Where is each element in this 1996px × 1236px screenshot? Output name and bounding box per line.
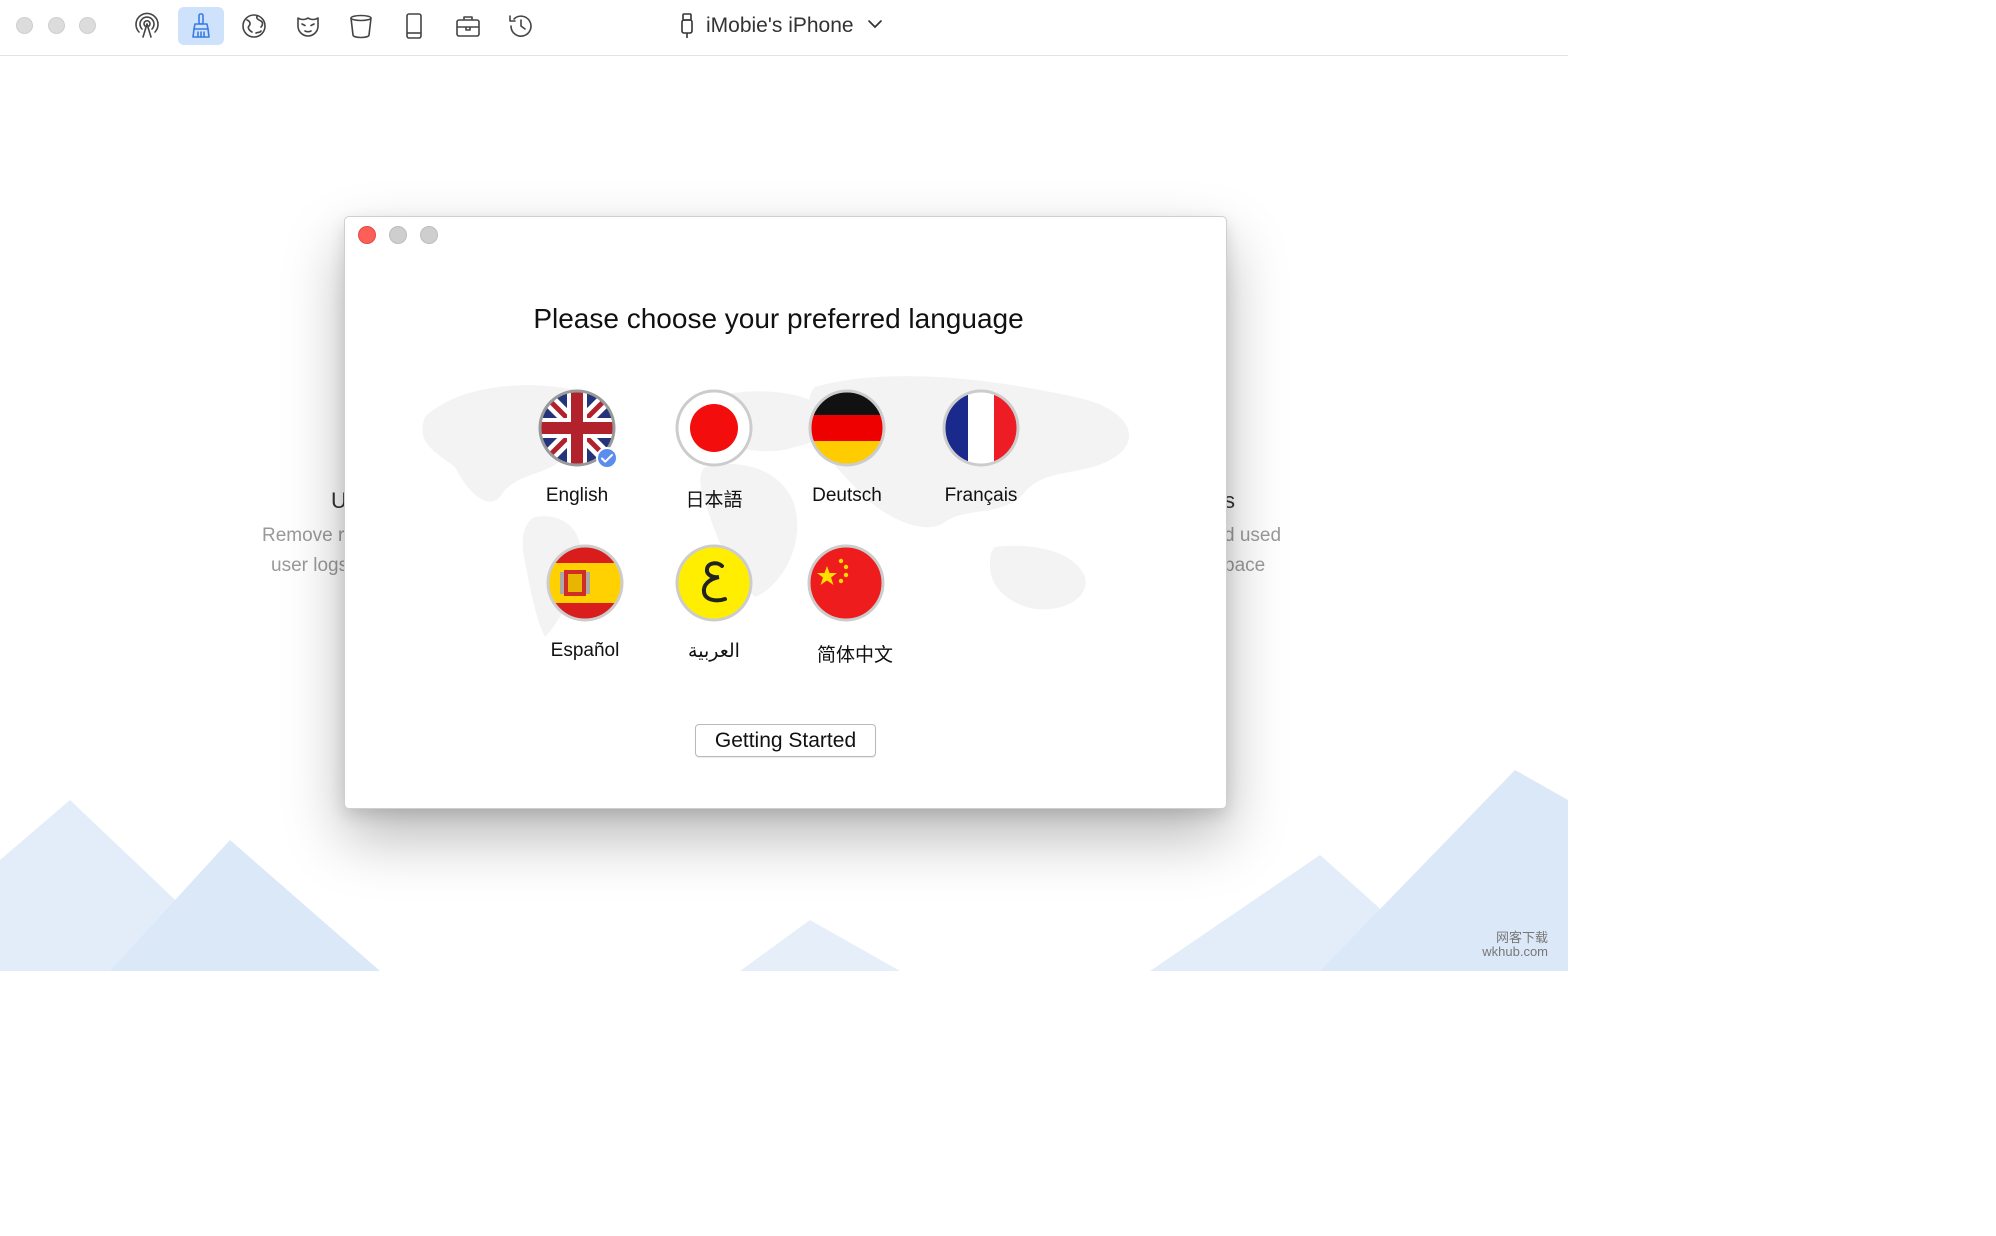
watermark-line-2: wkhub.com (1482, 944, 1548, 959)
history-clock-icon (509, 15, 532, 37)
bg-right-text-1: d used (1224, 525, 1282, 546)
selected-check-icon (596, 447, 618, 469)
dialog-minimize-button (389, 226, 407, 244)
dialog-title: Please choose your preferred language (533, 303, 1024, 334)
main-toolbar: iMobie's iPhone (0, 0, 1568, 56)
toolbox-icon (456, 16, 480, 37)
language-option-english[interactable]: English (507, 389, 647, 507)
globe-icon (242, 14, 266, 38)
language-label-english: English (545, 485, 609, 506)
window-minimize-button[interactable] (48, 17, 65, 34)
language-option-german[interactable]: Deutsch (777, 389, 917, 507)
toolbar-toolkit-button[interactable] (445, 7, 491, 45)
toolbar-privacy-button[interactable] (285, 7, 331, 45)
airdrop-icon (135, 12, 159, 38)
tablet-icon (406, 13, 422, 39)
watermark: 网客下载 wkhub.com (1482, 931, 1548, 959)
mask-icon (297, 17, 319, 37)
language-option-french[interactable]: Français (911, 389, 1051, 507)
bg-right-text-2: pace (1224, 555, 1266, 576)
device-selector[interactable]: iMobie's iPhone (680, 10, 884, 42)
language-option-arabic[interactable]: العربية (644, 544, 784, 663)
language-label-japanese: 日本語 (685, 490, 743, 511)
toolbar-cleaner-button[interactable] (178, 7, 224, 45)
arabic-flag-icon (675, 544, 753, 622)
language-label-spanish: Español (550, 640, 620, 661)
toolbar-device-button[interactable] (391, 7, 437, 45)
lightning-cable-icon (681, 13, 693, 38)
window-zoom-button[interactable] (79, 17, 96, 34)
germany-flag-icon (808, 389, 886, 467)
toolbar-airdrop-button[interactable] (124, 7, 170, 45)
toolbar-history-button[interactable] (498, 7, 544, 45)
chevron-down-icon[interactable] (866, 15, 884, 38)
cleaner-brush-icon (192, 13, 210, 38)
bg-left-text-2: user logs (271, 555, 349, 576)
trash-bin-icon (350, 14, 372, 39)
getting-started-button[interactable]: Getting Started (695, 724, 876, 757)
spain-flag-icon (546, 544, 624, 622)
france-flag-icon (942, 389, 1020, 467)
watermark-line-1: 网客下载 (1495, 930, 1548, 945)
language-option-spanish[interactable]: Español (515, 544, 655, 662)
language-option-japanese[interactable]: 日本語 (644, 389, 784, 512)
toolbar-internet-button[interactable] (231, 7, 277, 45)
language-label-chinese: 简体中文 (816, 645, 893, 666)
china-flag-icon (807, 544, 885, 622)
language-label-french: Français (944, 485, 1018, 506)
language-option-chinese[interactable]: 简体中文 (785, 544, 925, 667)
toolbar-uninstall-button[interactable] (338, 7, 384, 45)
device-name: iMobie's iPhone (706, 14, 854, 37)
dialog-close-button[interactable] (358, 226, 376, 244)
dialog-zoom-button (420, 226, 438, 244)
language-dialog: Please choose your preferred language En… (344, 216, 1227, 809)
japan-flag-icon (675, 389, 753, 467)
window-close-button[interactable] (16, 17, 33, 34)
bg-left-text-1: Remove r (262, 525, 345, 546)
language-label-arabic: العربية (688, 641, 740, 662)
language-label-german: Deutsch (812, 485, 882, 506)
